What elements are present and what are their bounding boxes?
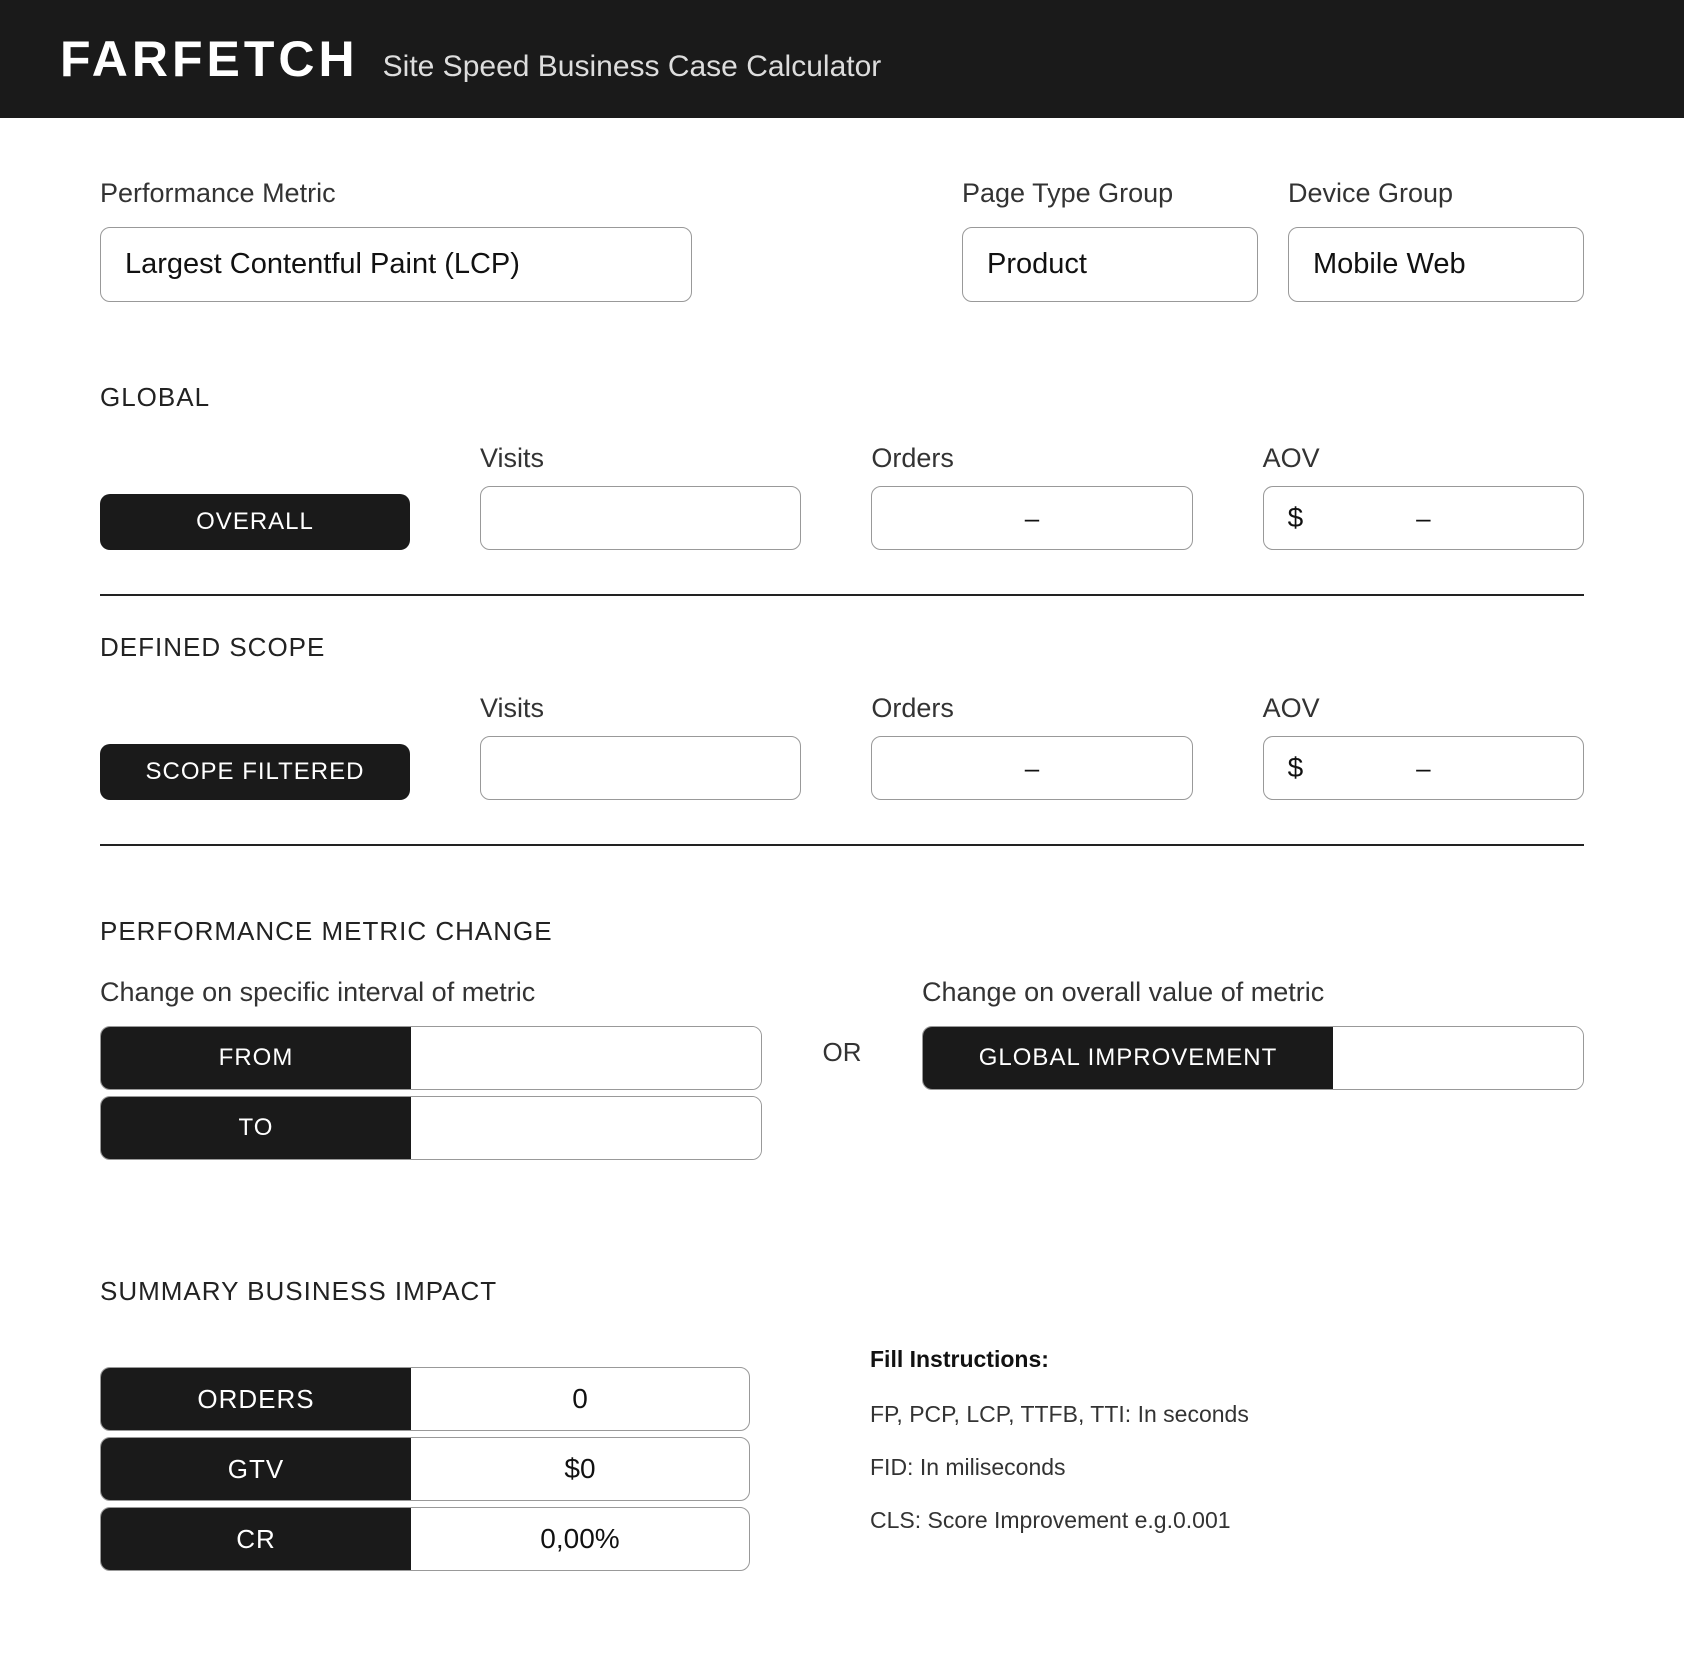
app-header: FARFETCH Site Speed Business Case Calcul… — [0, 0, 1684, 118]
from-row: FROM — [100, 1026, 762, 1090]
performance-metric-select[interactable]: Largest Contentful Paint (LCP) — [100, 227, 692, 302]
summary-gtv-label: GTV — [101, 1438, 411, 1500]
overall-change-sublabel: Change on overall value of metric — [922, 977, 1584, 1008]
scope-aov-value: – — [1416, 753, 1430, 784]
scope-aov-label: AOV — [1263, 693, 1584, 724]
summary-cr-label: CR — [101, 1508, 411, 1570]
performance-metric-label: Performance Metric — [100, 178, 692, 209]
global-orders-input[interactable]: – — [871, 486, 1192, 550]
page-type-label: Page Type Group — [962, 178, 1258, 209]
summary-gtv-value: $0 — [411, 1438, 749, 1500]
global-row: OVERALL Visits Orders – AOV $ – — [100, 443, 1584, 550]
summary-orders-label: ORDERS — [101, 1368, 411, 1430]
scope-section-label: DEFINED SCOPE — [100, 632, 1584, 663]
page-type-select[interactable]: Product — [962, 227, 1258, 302]
instructions-line: FP, PCP, LCP, TTFB, TTI: In seconds — [870, 1401, 1584, 1428]
summary-cr-row: CR 0,00% — [100, 1507, 750, 1571]
global-improvement-row: GLOBAL IMPROVEMENT — [922, 1026, 1584, 1090]
global-aov-value: – — [1416, 503, 1430, 534]
brand-logo: FARFETCH — [60, 30, 359, 88]
global-visits-input[interactable] — [480, 486, 801, 550]
global-improvement-label: GLOBAL IMPROVEMENT — [923, 1027, 1333, 1089]
scope-aov-input[interactable]: $ – — [1263, 736, 1584, 800]
summary-orders-value: 0 — [411, 1368, 749, 1430]
from-input[interactable] — [411, 1027, 761, 1089]
device-group-label: Device Group — [1288, 178, 1584, 209]
global-visits-label: Visits — [480, 443, 801, 474]
to-input[interactable] — [411, 1097, 761, 1159]
to-row: TO — [100, 1096, 762, 1160]
instructions-title: Fill Instructions: — [870, 1346, 1584, 1373]
global-aov-input[interactable]: $ – — [1263, 486, 1584, 550]
filters-row: Performance Metric Largest Contentful Pa… — [100, 178, 1584, 302]
currency-prefix: $ — [1288, 502, 1304, 534]
scope-filtered-badge: SCOPE FILTERED — [100, 744, 410, 800]
or-text: OR — [802, 977, 882, 1068]
summary-gtv-row: GTV $0 — [100, 1437, 750, 1501]
instructions-line: CLS: Score Improvement e.g.0.001 — [870, 1507, 1584, 1534]
global-orders-label: Orders — [871, 443, 1192, 474]
metric-change-label: PERFORMANCE METRIC CHANGE — [100, 916, 1584, 947]
from-label: FROM — [101, 1027, 411, 1089]
overall-badge: OVERALL — [100, 494, 410, 550]
scope-visits-label: Visits — [480, 693, 801, 724]
summary-section-label: SUMMARY BUSINESS IMPACT — [100, 1276, 750, 1307]
summary-cr-value: 0,00% — [411, 1508, 749, 1570]
app-subtitle: Site Speed Business Case Calculator — [383, 50, 882, 84]
device-group-select[interactable]: Mobile Web — [1288, 227, 1584, 302]
scope-orders-input[interactable]: – — [871, 736, 1192, 800]
currency-prefix: $ — [1288, 752, 1304, 784]
scope-orders-label: Orders — [871, 693, 1192, 724]
specific-change-sublabel: Change on specific interval of metric — [100, 977, 762, 1008]
global-improvement-input[interactable] — [1333, 1027, 1583, 1089]
divider — [100, 844, 1584, 846]
scope-row: SCOPE FILTERED Visits Orders – AOV $ – — [100, 693, 1584, 800]
scope-visits-input[interactable] — [480, 736, 801, 800]
global-aov-label: AOV — [1263, 443, 1584, 474]
global-section-label: GLOBAL — [100, 382, 1584, 413]
instructions-line: FID: In miliseconds — [870, 1454, 1584, 1481]
summary-orders-row: ORDERS 0 — [100, 1367, 750, 1431]
to-label: TO — [101, 1097, 411, 1159]
divider — [100, 594, 1584, 596]
